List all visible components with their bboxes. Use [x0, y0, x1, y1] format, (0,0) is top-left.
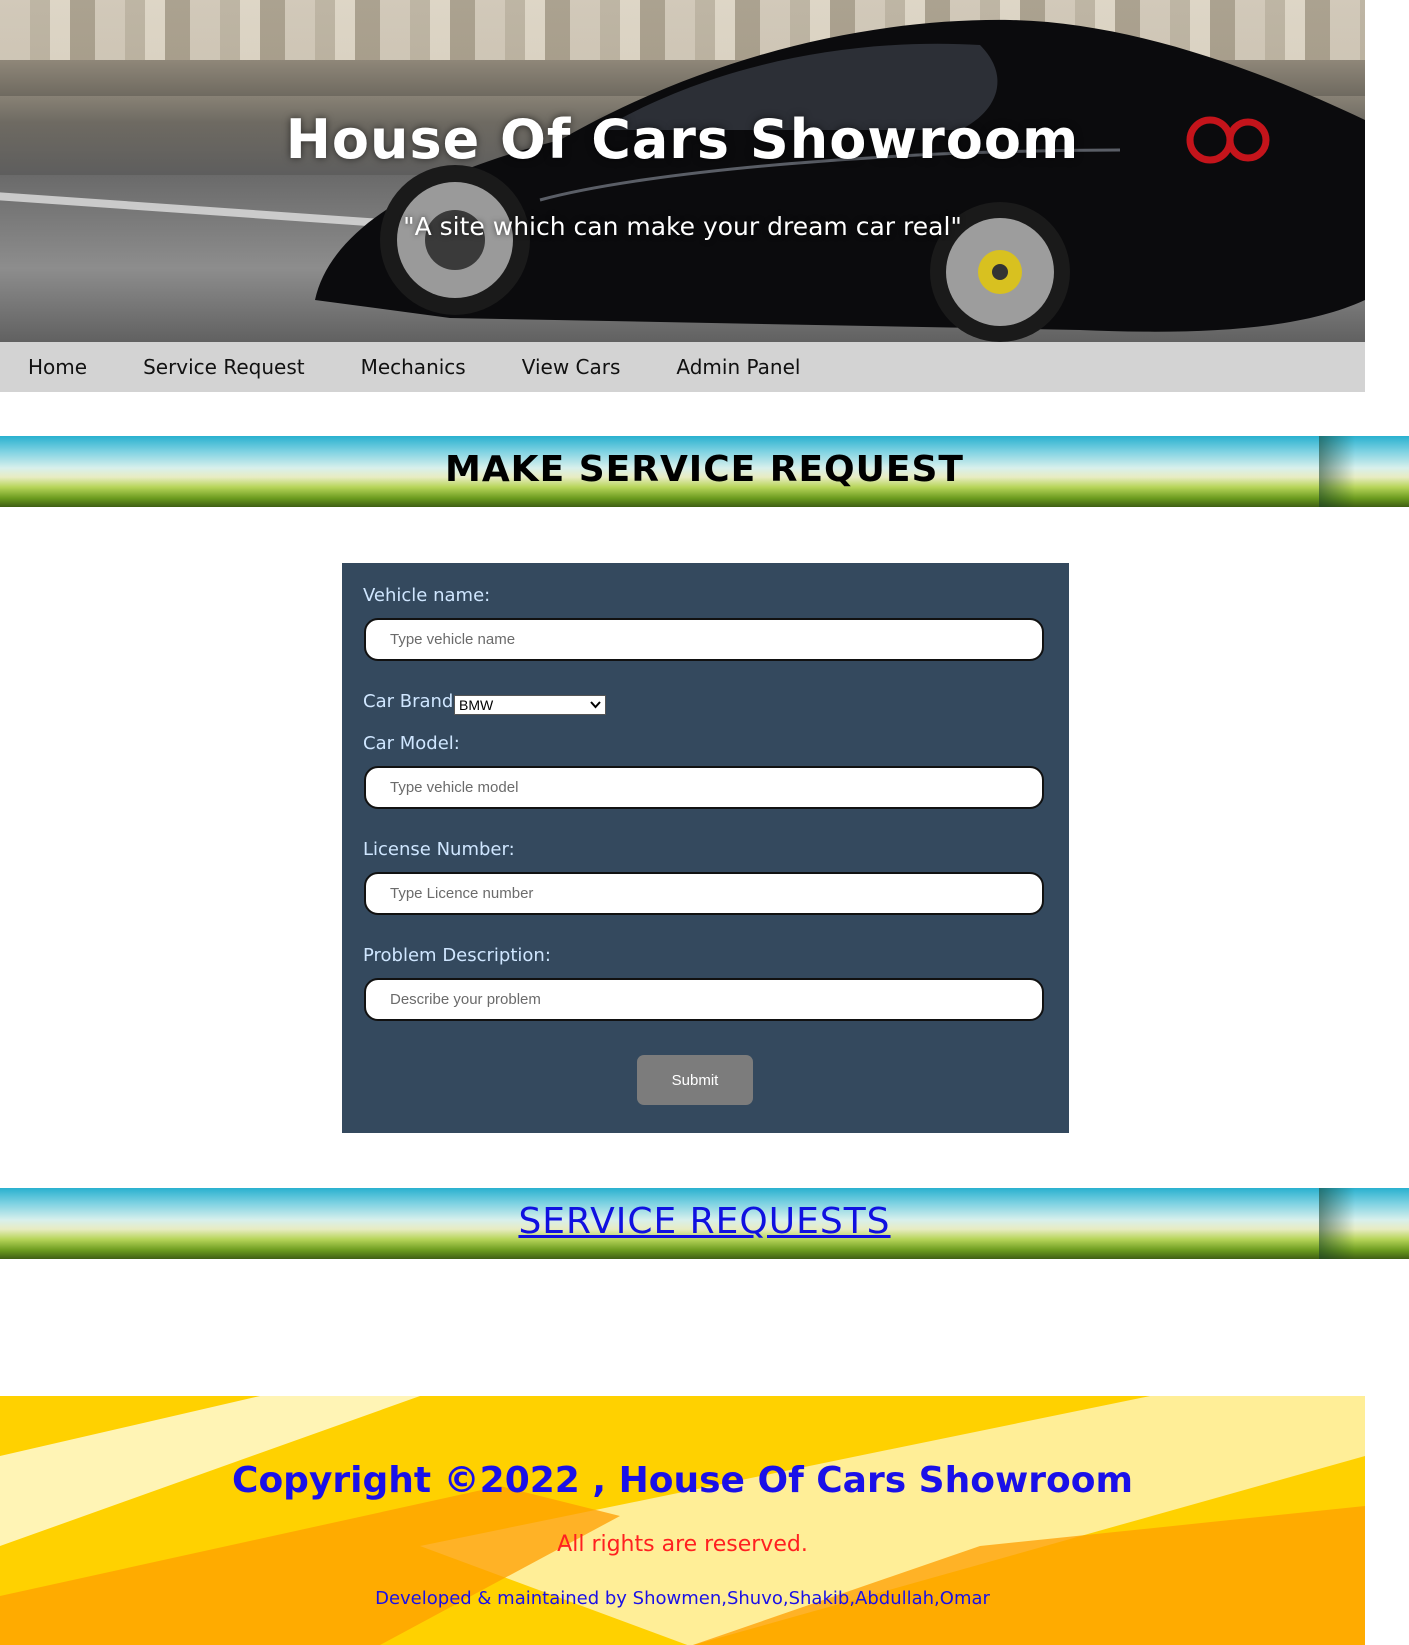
vehicle-name-field — [364, 618, 1044, 661]
license-number-input[interactable] — [388, 884, 1042, 903]
problem-description-input[interactable] — [388, 990, 1042, 1009]
service-requests-link[interactable]: SERVICE REQUESTS — [518, 1201, 890, 1242]
car-brand-select[interactable]: BMW — [454, 695, 606, 715]
problem-description-field — [364, 978, 1044, 1021]
make-request-heading: MAKE SERVICE REQUEST — [445, 449, 964, 490]
vehicle-name-input[interactable] — [388, 630, 1042, 649]
nav-item-admin-panel[interactable]: Admin Panel — [648, 355, 828, 379]
car-model-input[interactable] — [388, 778, 1042, 797]
hero-car-image — [315, 19, 1365, 342]
footer-developers: Developed & maintained by Showmen,Shuvo,… — [375, 1588, 990, 1609]
problem-description-label: Problem Description: — [363, 945, 551, 966]
main-nav: Home Service Request Mechanics View Cars… — [0, 342, 1365, 392]
car-brand-selected-value: BMW — [459, 697, 494, 713]
submit-button[interactable]: Submit — [637, 1055, 753, 1105]
nav-item-service-request[interactable]: Service Request — [115, 355, 333, 379]
nav-item-view-cars[interactable]: View Cars — [494, 355, 649, 379]
car-model-label: Car Model: — [363, 733, 460, 754]
hero-banner: House Of Cars Showroom "A site which can… — [0, 0, 1365, 342]
footer-copyright: Copyright ©2022 , House Of Cars Showroom — [232, 1460, 1133, 1501]
site-tagline: "A site which can make your dream car re… — [403, 212, 962, 241]
car-model-field — [364, 766, 1044, 809]
car-brand-label: Car Brand: — [363, 691, 460, 712]
nav-item-mechanics[interactable]: Mechanics — [333, 355, 494, 379]
service-requests-heading-wrap: SERVICE REQUESTS — [0, 1201, 1409, 1242]
license-number-field — [364, 872, 1044, 915]
nav-item-home[interactable]: Home — [0, 355, 115, 379]
footer: Copyright ©2022 , House Of Cars Showroom… — [0, 1396, 1365, 1645]
license-number-label: License Number: — [363, 839, 515, 860]
chevron-down-icon — [590, 701, 601, 709]
footer-rights: All rights are reserved. — [557, 1532, 808, 1557]
service-request-form: Vehicle name: Car Brand: BMW Car Model: … — [342, 563, 1069, 1133]
make-request-banner: MAKE SERVICE REQUEST — [0, 436, 1409, 507]
site-title: House Of Cars Showroom — [285, 108, 1080, 171]
service-requests-banner: SERVICE REQUESTS — [0, 1188, 1409, 1259]
vehicle-name-label: Vehicle name: — [363, 585, 491, 606]
